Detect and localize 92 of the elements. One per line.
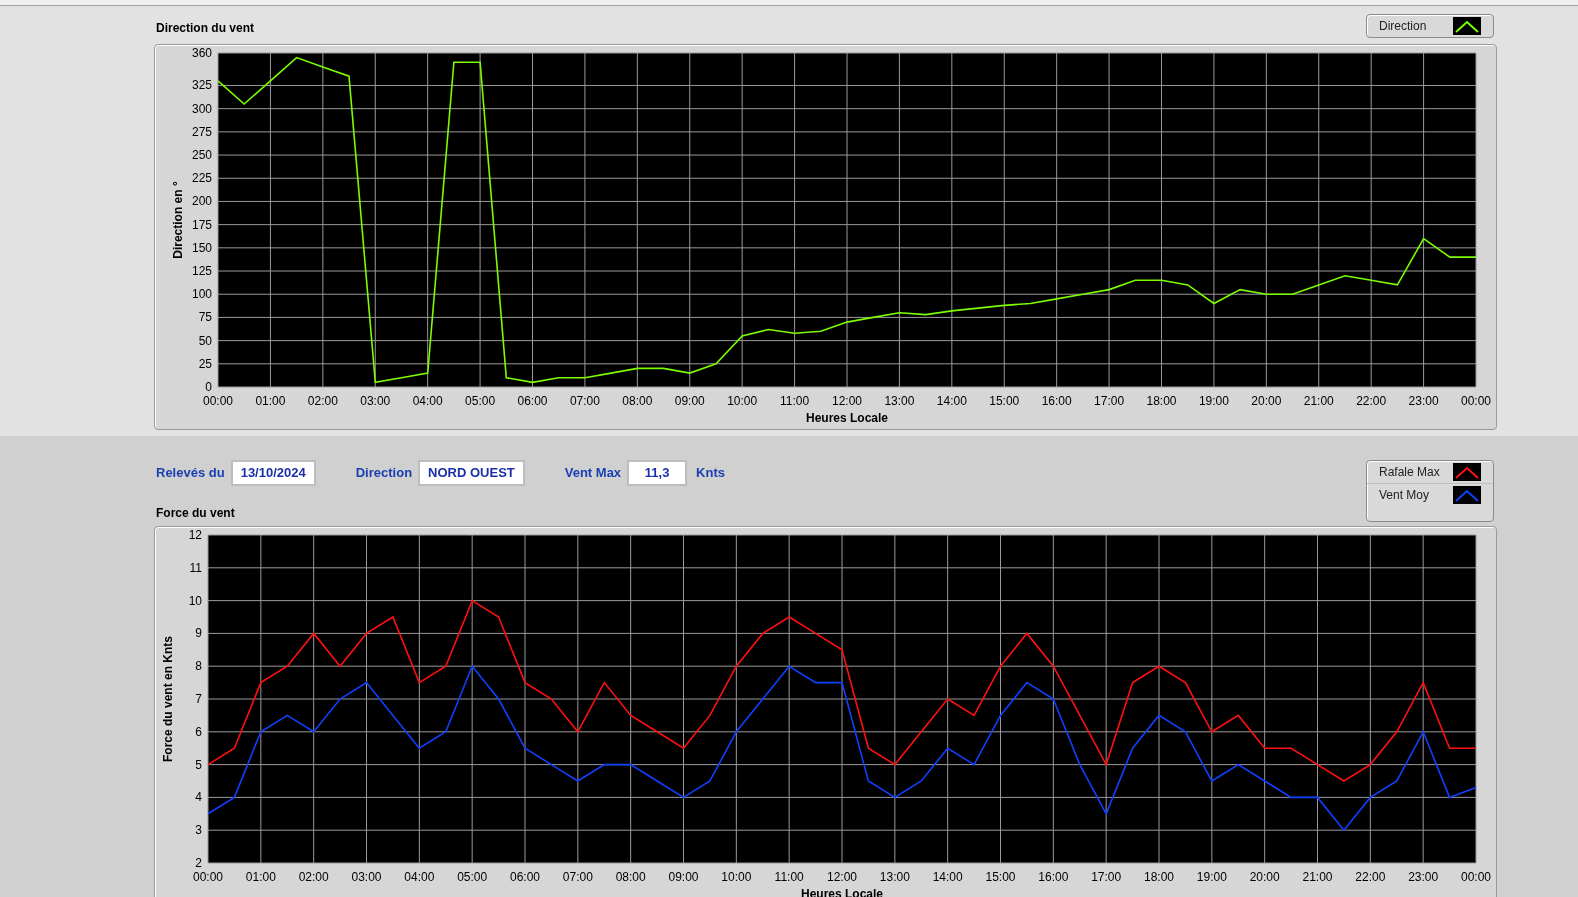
- tick-label: 12:00: [832, 394, 862, 408]
- tick-label: 04:00: [404, 869, 435, 884]
- tick-label: 12:00: [827, 869, 857, 884]
- tick-label: 16:00: [1038, 869, 1069, 884]
- tick-label: 00:00: [1461, 394, 1491, 408]
- axis-title: Direction en °: [171, 181, 185, 259]
- tick-label: 10:00: [721, 869, 752, 884]
- tick-label: 250: [191, 148, 212, 163]
- value-field: 13/10/2024: [230, 460, 316, 486]
- axis-title: Force du vent en Knts: [161, 635, 175, 762]
- tick-label: 14:00: [936, 394, 967, 408]
- value-field: 11,3: [627, 460, 688, 486]
- axis-title: Heures Locale: [801, 886, 883, 897]
- tick-label: 5: [195, 757, 202, 772]
- field-label: Relevés du: [156, 464, 225, 482]
- tick-label: 01:00: [245, 869, 276, 884]
- tick-label: 00:00: [193, 869, 223, 884]
- tick-label: 06:00: [517, 394, 548, 408]
- tick-label: 200: [191, 194, 212, 209]
- unit-label: Knts: [696, 464, 725, 482]
- tick-label: 17:00: [1091, 869, 1122, 884]
- tick-label: 03:00: [360, 394, 391, 408]
- tick-label: 150: [191, 240, 212, 255]
- axis-title: Heures Locale: [806, 411, 888, 425]
- tick-label: 2: [195, 855, 202, 870]
- tick-label: 10: [188, 593, 202, 608]
- tick-label: 125: [191, 264, 212, 279]
- legend-label: Vent Moy: [1379, 487, 1431, 504]
- tick-label: 19:00: [1198, 394, 1229, 408]
- legend-label: Rafale Max: [1379, 464, 1441, 481]
- tick-label: 16:00: [1041, 394, 1072, 408]
- tick-label: 20:00: [1251, 394, 1282, 408]
- tick-label: 22:00: [1355, 869, 1386, 884]
- tick-label: 12: [188, 527, 202, 542]
- tick-label: 00:00: [1461, 869, 1491, 884]
- tick-label: 08:00: [622, 394, 653, 408]
- tick-label: 23:00: [1408, 869, 1439, 884]
- tick-label: 6: [195, 724, 202, 739]
- tick-label: 02:00: [307, 394, 338, 408]
- tick-label: 06:00: [510, 869, 540, 884]
- tick-label: 25: [198, 356, 212, 371]
- tick-label: 00:00: [203, 394, 233, 408]
- tick-label: 175: [191, 217, 212, 232]
- value-field: NORD OUEST: [418, 460, 525, 486]
- tick-label: 19:00: [1196, 869, 1227, 884]
- tick-label: 11:00: [780, 394, 810, 408]
- tick-label: 75: [198, 310, 212, 325]
- tick-label: 14:00: [932, 869, 963, 884]
- tick-label: 325: [191, 78, 212, 93]
- tick-label: 4: [195, 789, 202, 804]
- tick-label: 225: [191, 171, 212, 186]
- tick-label: 15:00: [985, 869, 1016, 884]
- tick-label: 50: [198, 333, 212, 348]
- tick-label: 20:00: [1249, 869, 1280, 884]
- tick-label: 03:00: [351, 869, 382, 884]
- field-label: Vent Max: [564, 464, 622, 482]
- tick-label: 21:00: [1302, 869, 1333, 884]
- chart-title: Direction du vent: [156, 20, 254, 37]
- tick-label: 23:00: [1408, 394, 1439, 408]
- tick-label: 17:00: [1094, 394, 1125, 408]
- tick-label: 07:00: [562, 869, 593, 884]
- tick-label: 11: [189, 560, 202, 575]
- tick-label: 100: [191, 287, 212, 302]
- tick-label: 13:00: [884, 394, 915, 408]
- tick-label: 02:00: [298, 869, 329, 884]
- tick-label: 18:00: [1144, 869, 1174, 884]
- tick-label: 3: [195, 822, 202, 837]
- tick-label: 0: [205, 380, 212, 394]
- tick-label: 300: [191, 101, 212, 116]
- tick-label: 18:00: [1146, 394, 1177, 408]
- tick-label: 275: [191, 124, 212, 139]
- tick-label: 9: [195, 625, 202, 640]
- tick-label: 10:00: [727, 394, 758, 408]
- tick-label: 09:00: [668, 869, 699, 884]
- tick-label: 15:00: [989, 394, 1020, 408]
- tick-label: 01:00: [255, 394, 286, 408]
- tick-label: 11:00: [774, 869, 804, 884]
- tick-label: 05:00: [465, 394, 496, 408]
- tick-label: 13:00: [879, 869, 910, 884]
- tick-label: 07:00: [569, 394, 600, 408]
- tick-label: 8: [195, 658, 202, 673]
- tick-label: 04:00: [412, 394, 443, 408]
- tick-label: 360: [191, 46, 212, 60]
- tick-label: 22:00: [1356, 394, 1387, 408]
- tick-label: 05:00: [457, 869, 488, 884]
- legend-label: Direction: [1379, 18, 1428, 35]
- tick-label: 21:00: [1303, 394, 1334, 408]
- tick-label: 7: [195, 691, 202, 706]
- tick-label: 08:00: [615, 869, 646, 884]
- field-label: Direction: [355, 464, 413, 482]
- tick-label: 09:00: [674, 394, 705, 408]
- chart-title: Force du vent: [156, 504, 236, 522]
